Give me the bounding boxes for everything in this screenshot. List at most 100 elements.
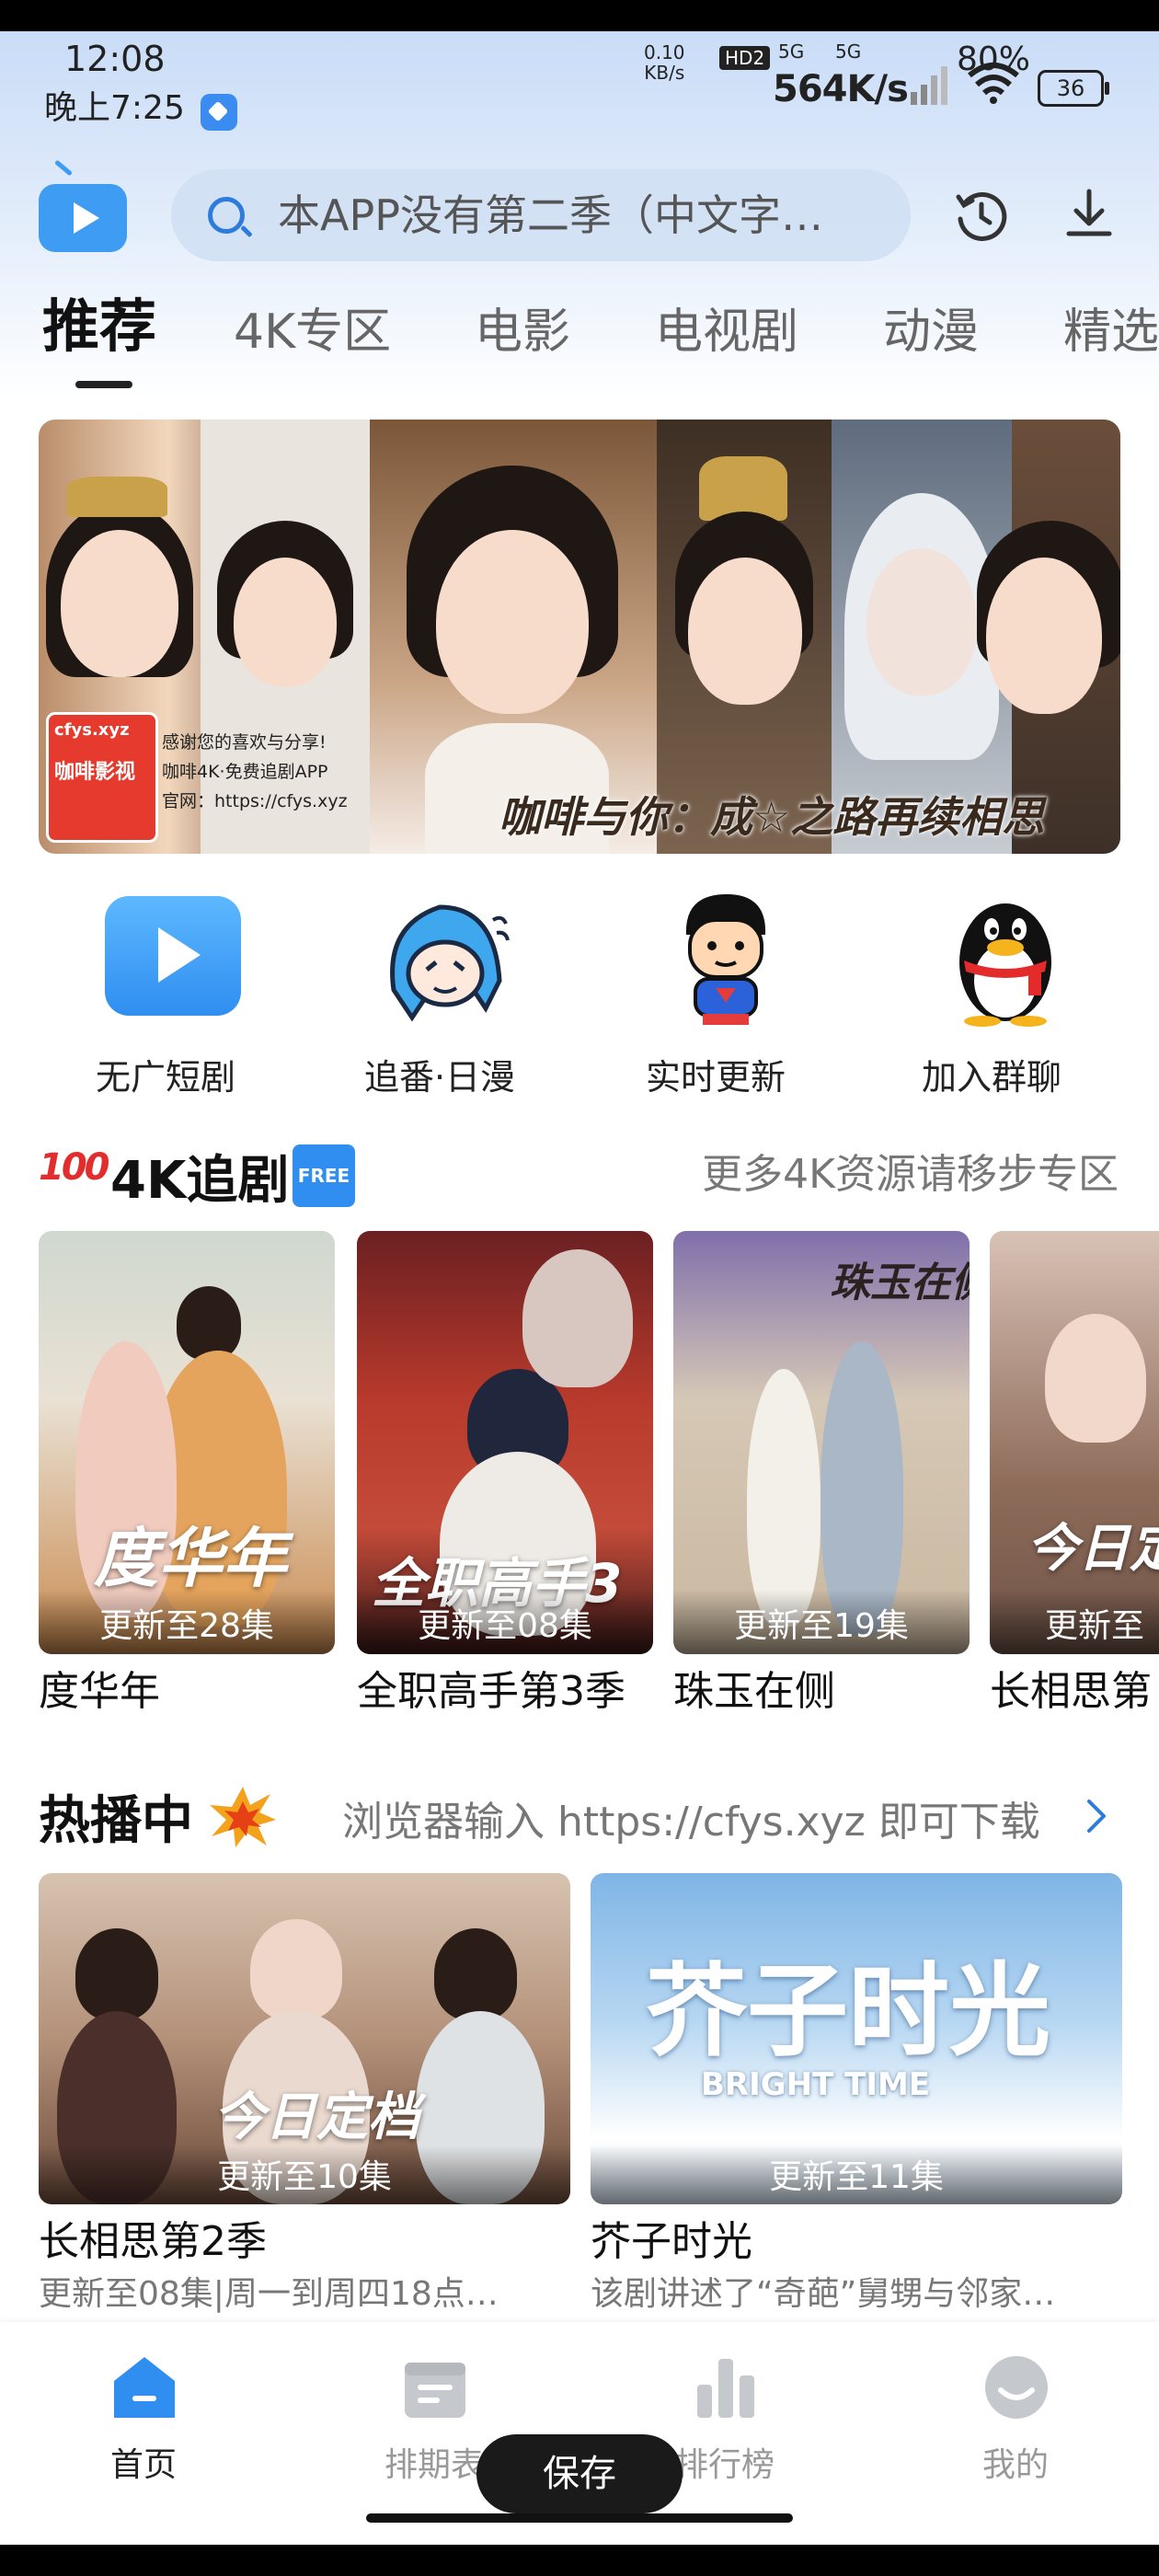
tab-4k[interactable]: 4K专区 xyxy=(234,300,391,364)
download-icon[interactable] xyxy=(1061,186,1117,241)
home-icon xyxy=(114,2357,175,2418)
app-logo-icon[interactable] xyxy=(39,184,127,252)
quick-nav-realtime-update[interactable]: 实时更新 xyxy=(614,880,817,1100)
network-type-1: 5G xyxy=(778,40,805,63)
hero-banner[interactable]: cfys.xyz 咖啡影视 感谢您的喜欢与分享! 咖啡4K·免费追剧APP 官网… xyxy=(39,420,1120,854)
card-art-title: 今日定档 xyxy=(213,2087,419,2147)
section-4k-title: 4K追剧 xyxy=(110,1151,290,1211)
section-hot-title: 热播中 xyxy=(39,1791,193,1851)
banner-figure-face xyxy=(866,548,977,696)
banner-figure-face xyxy=(436,530,589,714)
poster-update-label: 更新至 xyxy=(990,1590,1159,1654)
profile-icon xyxy=(985,2356,1048,2419)
banner-figure-face xyxy=(688,558,802,705)
banner-figure-face xyxy=(986,558,1102,714)
tab-anime[interactable]: 动漫 xyxy=(883,300,979,364)
banner-tagline-2: 咖啡4K·免费追剧APP xyxy=(162,762,328,782)
home-indicator[interactable] xyxy=(366,2513,793,2523)
poster-title[interactable]: 长相思第 xyxy=(990,1658,1152,1717)
bottom-edge xyxy=(0,2545,1159,2576)
tab-active-indicator xyxy=(75,381,132,388)
card-figure xyxy=(250,1919,342,2020)
card-art-title: 芥子时光 xyxy=(646,1952,1050,2070)
calendar-icon xyxy=(405,2363,465,2418)
hot-card[interactable]: 今日定档 更新至10集 xyxy=(39,1873,570,2204)
banner-slogan: 咖啡与你：成☆之路再续相思 xyxy=(499,792,1045,842)
poster-art-title: 度华年 xyxy=(94,1521,287,1596)
banner-tagline-3: 官网：https://cfys.xyz xyxy=(162,791,348,811)
quick-nav-short-drama[interactable]: 无广短剧 xyxy=(64,880,267,1100)
banner-logo-domain: cfys.xyz xyxy=(54,720,130,740)
poster-update-label: 更新至19集 xyxy=(673,1590,970,1654)
card-figure xyxy=(75,1928,158,2020)
search-icon xyxy=(208,197,245,234)
banner-tagline-1: 感谢您的喜欢与分享! xyxy=(162,732,327,753)
poster-figure xyxy=(747,1369,820,1627)
banner-figure-face xyxy=(61,530,178,677)
section-hot-more-link[interactable]: 浏览器输入 https://cfys.xyz 即可下载 xyxy=(342,1788,1040,1847)
poster-figure xyxy=(522,1249,633,1387)
nav-profile[interactable]: 我的 xyxy=(914,2350,1117,2497)
status-speed-value: 0.10 xyxy=(644,41,685,63)
save-button[interactable]: 保存 xyxy=(476,2434,683,2513)
rank-icon xyxy=(697,2359,754,2418)
quick-nav-join-group[interactable]: 加入群聊 xyxy=(890,880,1093,1100)
battery-icon: 36 xyxy=(1038,70,1109,107)
status-bar: 12:08 晚上7:25 0.10 KB/s HD2 5G 5G 564K/s … xyxy=(0,31,1159,131)
poster-card[interactable]: 度华年 更新至28集 xyxy=(39,1231,335,1654)
status-time-secondary: 晚上7:25 xyxy=(44,89,185,127)
history-icon[interactable] xyxy=(955,190,1008,243)
network-type-2: 5G xyxy=(835,40,862,63)
banner-app-logo: cfys.xyz 咖啡影视 xyxy=(46,712,158,843)
nav-home[interactable]: 首页 xyxy=(42,2350,245,2497)
banner-figure-face xyxy=(234,558,337,686)
card-title[interactable]: 芥子时光 xyxy=(591,2208,752,2267)
chevron-right-icon[interactable] xyxy=(1085,1798,1109,1834)
card-update-label: 更新至11集 xyxy=(591,2145,1122,2204)
card-art-subtitle: BRIGHT TIME xyxy=(701,2066,931,2103)
tab-recommend[interactable]: 推荐 xyxy=(42,294,156,359)
app-notification-icon xyxy=(201,94,237,131)
tab-movie[interactable]: 电影 xyxy=(475,300,570,364)
status-time: 12:08 xyxy=(64,39,166,79)
tab-tv-series[interactable]: 电视剧 xyxy=(655,300,798,364)
hot-card[interactable]: 芥子时光 BRIGHT TIME 更新至11集 xyxy=(591,1873,1122,2204)
banner-headdress xyxy=(66,477,167,517)
poster-title[interactable]: 珠玉在侧 xyxy=(673,1658,835,1717)
poster-art-title: 今日定 xyxy=(1027,1519,1159,1579)
quick-nav-label: 加入群聊 xyxy=(921,1057,1061,1098)
search-placeholder: 本APP没有第二季（中文字… xyxy=(278,190,823,240)
banner-logo-text: 咖啡影视 xyxy=(54,761,136,784)
card-description: 更新至08集|周一到周四18点… xyxy=(39,2275,499,2313)
card-description: 该剧讲述了“奇葩”舅甥与邻家… xyxy=(591,2275,1056,2313)
quick-nav-label: 实时更新 xyxy=(645,1057,786,1098)
poster-title[interactable]: 度华年 xyxy=(39,1658,160,1717)
poster-title[interactable]: 全职高手第3季 xyxy=(357,1658,625,1717)
poster-card[interactable]: 珠玉在侧 更新至19集 xyxy=(673,1231,970,1654)
free-badge-icon: FREE xyxy=(293,1144,355,1207)
search-bar[interactable]: 本APP没有第二季（中文字… xyxy=(171,169,911,261)
poster-update-label: 更新至08集 xyxy=(357,1590,653,1654)
poster-figure xyxy=(177,1286,241,1360)
qq-penguin-icon xyxy=(959,903,1051,1027)
card-figure xyxy=(434,1928,517,2020)
battery-percent: 80% xyxy=(957,40,1031,78)
poster-update-label: 更新至28集 xyxy=(39,1590,335,1654)
poster-card[interactable]: 全职高手3 更新至08集 xyxy=(357,1231,653,1654)
status-speed: 0.10 KB/s xyxy=(644,42,685,83)
tab-featured[interactable]: 精选 xyxy=(1063,300,1159,364)
poster-card[interactable]: 今日定 更新至 xyxy=(990,1231,1159,1654)
nav-label: 首页 xyxy=(109,2446,177,2484)
hd-voice-icon: HD2 xyxy=(719,46,771,70)
signal-icon xyxy=(911,66,947,105)
superman-icon xyxy=(685,894,766,1025)
hundred-points-icon: 100 xyxy=(39,1146,109,1189)
nav-label: 我的 xyxy=(981,2446,1049,2484)
section-4k-more-link[interactable]: 更多4K资源请移步专区 xyxy=(702,1141,1119,1200)
quick-nav-label: 无广短剧 xyxy=(95,1057,235,1098)
card-title[interactable]: 长相思第2季 xyxy=(39,2208,267,2267)
poster-art-title: 珠玉在侧 xyxy=(830,1259,970,1306)
quick-nav-anime[interactable]: 追番·日漫 xyxy=(339,880,541,1100)
anime-girl-icon xyxy=(390,904,510,1022)
network-speed: 564K/s xyxy=(773,68,909,110)
